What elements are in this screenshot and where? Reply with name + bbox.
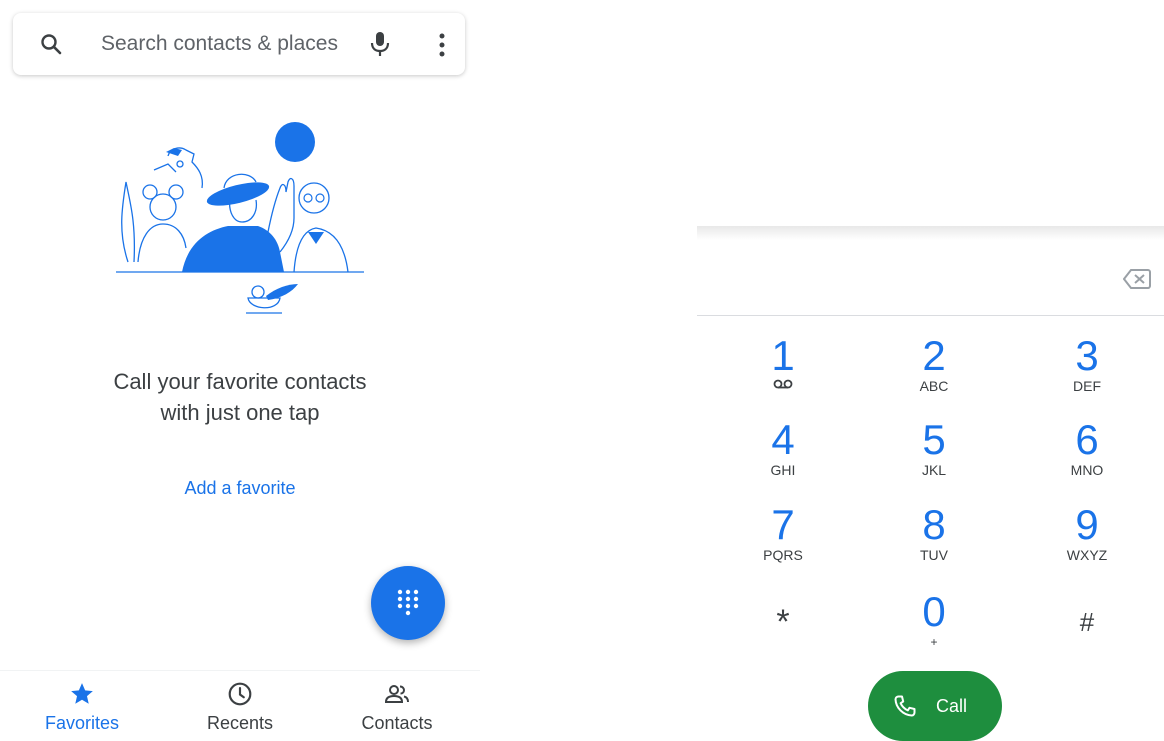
search-icon[interactable] <box>39 32 63 56</box>
dial-key-0[interactable]: 0 + <box>879 590 989 670</box>
dial-symbol: # <box>1079 607 1095 637</box>
nav-label-contacts: Contacts <box>361 713 433 733</box>
dial-digit: 9 <box>1075 501 1099 548</box>
dial-letters: ABC <box>919 378 949 394</box>
nav-label-recents: Recents <box>206 713 274 733</box>
nav-tab-contacts[interactable]: Contacts <box>332 681 462 734</box>
dial-key-5[interactable]: 5 JKL <box>879 418 989 498</box>
dial-digit: 1 <box>771 332 795 379</box>
dial-digit: 3 <box>1075 332 1099 379</box>
phone-icon <box>894 695 916 717</box>
dialpad-fab-button[interactable] <box>371 566 445 640</box>
dial-key-3[interactable]: 3 DEF <box>1032 334 1142 414</box>
dial-letters: DEF <box>1073 378 1101 394</box>
dial-key-8[interactable]: 8 TUV <box>879 503 989 583</box>
dial-key-hash[interactable]: # <box>1032 590 1142 670</box>
voicemail-icon <box>773 379 793 389</box>
backspace-icon[interactable] <box>1123 268 1151 290</box>
dial-letters: WXYZ <box>1066 547 1108 563</box>
dial-symbol: * <box>776 603 790 641</box>
dial-key-7[interactable]: 7 PQRS <box>728 503 838 583</box>
dial-letters: JKL <box>921 462 947 478</box>
dial-digit: 7 <box>771 501 795 548</box>
dial-digit: 8 <box>922 501 946 548</box>
mic-icon[interactable] <box>367 30 393 58</box>
dial-key-2[interactable]: 2 ABC <box>879 334 989 414</box>
nav-label-favorites: Favorites <box>44 713 120 733</box>
add-favorite-link[interactable]: Add a favorite <box>140 478 340 499</box>
search-bar[interactable]: Search contacts & places <box>13 13 465 75</box>
dial-digit: 5 <box>922 416 946 463</box>
dial-key-1[interactable]: 1 <box>728 334 838 414</box>
dial-key-6[interactable]: 6 MNO <box>1032 418 1142 498</box>
nav-tab-recents[interactable]: Recents <box>175 681 305 734</box>
favorites-illustration <box>116 122 364 314</box>
dial-letters: + <box>930 635 938 649</box>
dialpad-panel: 1 2 ABC 3 DEF 4 GHI 5 JKL 6 MNO 7 PQRS 8… <box>697 226 1164 741</box>
dial-letters: TUV <box>920 547 948 563</box>
dial-digit: 4 <box>771 416 795 463</box>
more-options-icon[interactable] <box>429 32 455 58</box>
dial-digit: 6 <box>1075 416 1099 463</box>
favorites-screen: Search contacts & places Call your favor… <box>0 0 480 738</box>
dialpad-top-edge <box>697 226 1164 240</box>
call-label: Call <box>936 696 968 716</box>
dial-letters: MNO <box>1070 462 1104 478</box>
dial-letters: PQRS <box>763 547 803 563</box>
dial-letters: GHI <box>770 462 796 478</box>
nav-tab-favorites[interactable]: Favorites <box>17 681 147 734</box>
clock-icon <box>228 682 252 706</box>
dial-key-9[interactable]: 9 WXYZ <box>1032 503 1142 583</box>
favorites-empty-message: Call your favorite contacts with just on… <box>113 369 367 425</box>
star-icon <box>71 683 93 704</box>
dialpad-icon <box>397 589 419 616</box>
dial-digit: 0 <box>922 588 946 635</box>
dial-digit: 2 <box>922 332 946 379</box>
search-input[interactable]: Search contacts & places <box>101 32 338 56</box>
people-icon <box>384 685 409 703</box>
call-button[interactable]: Call <box>868 671 1002 741</box>
bottom-navigation: Favorites Recents Contacts <box>0 670 480 738</box>
digits-divider <box>697 315 1164 316</box>
dial-key-4[interactable]: 4 GHI <box>728 418 838 498</box>
dial-key-star[interactable]: * <box>728 590 838 670</box>
